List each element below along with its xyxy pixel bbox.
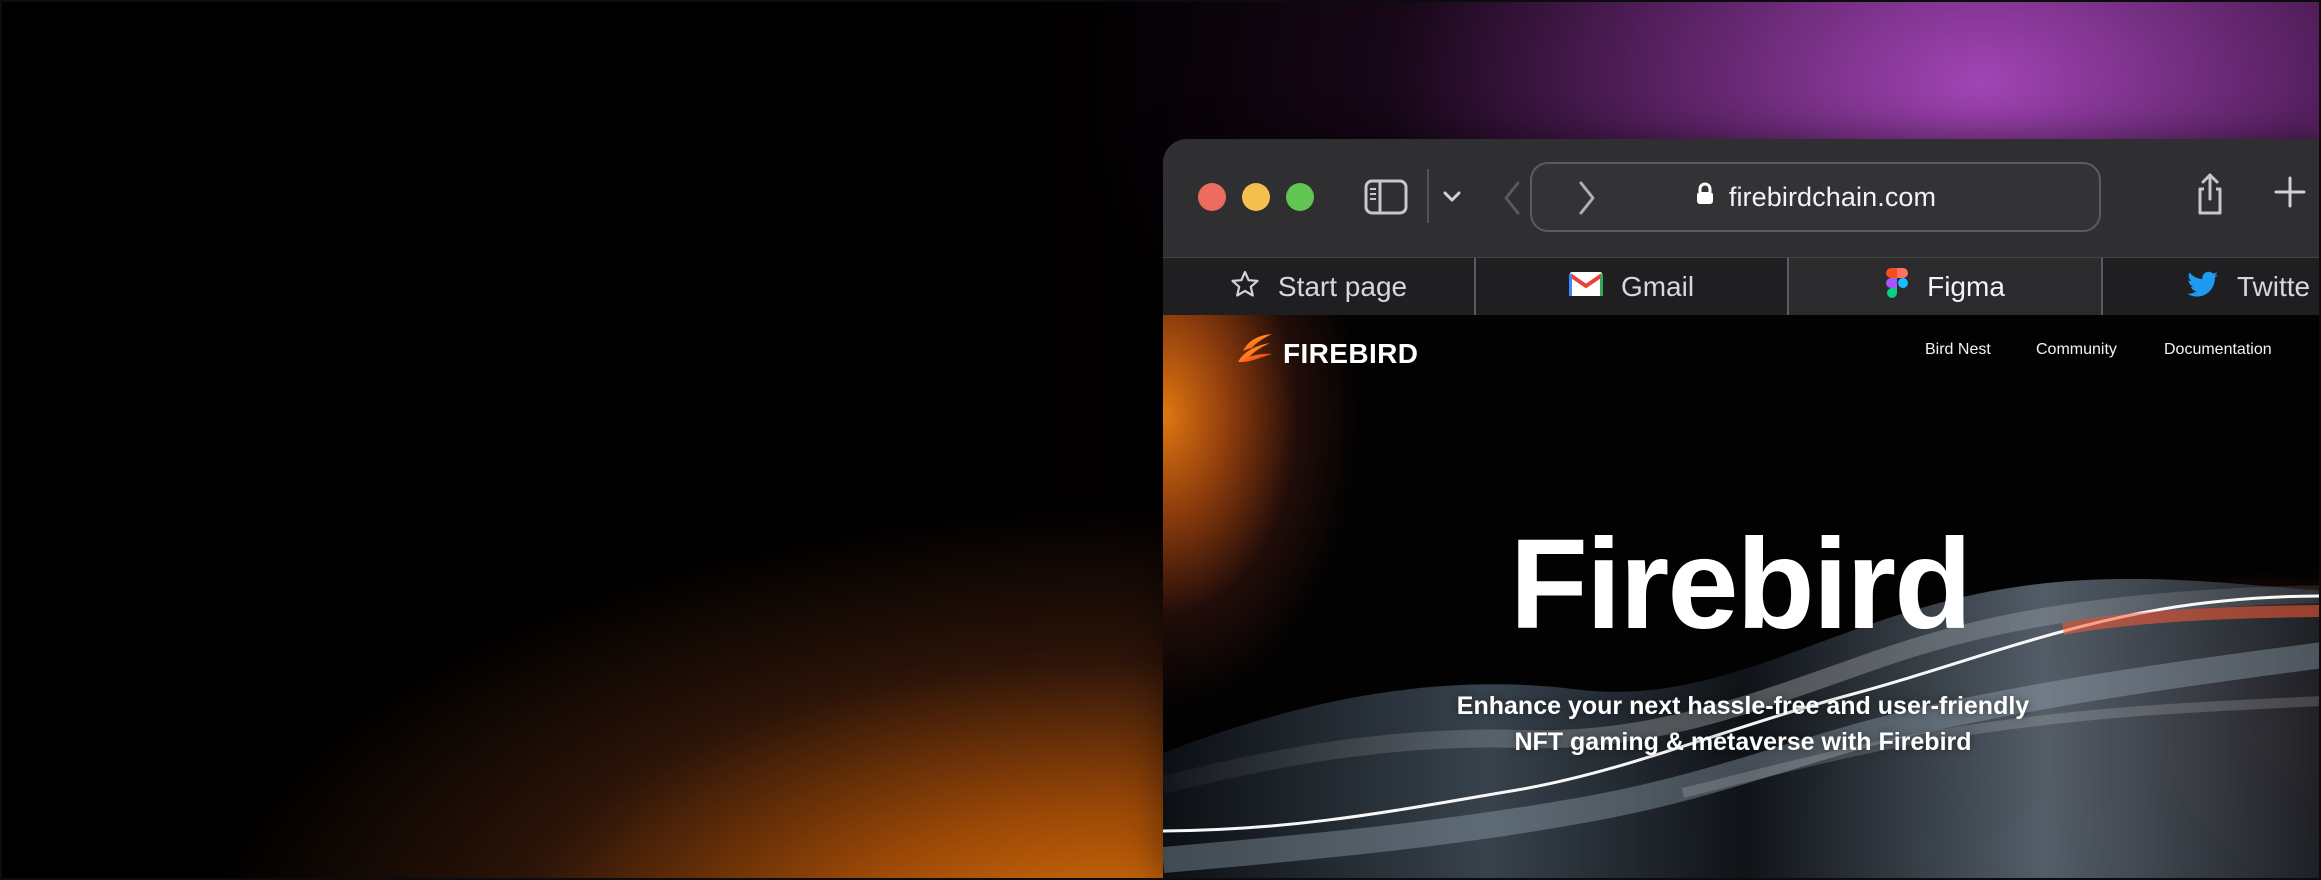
browser-toolbar: firebirdchain.com <box>1163 139 2319 257</box>
tab-label: Gmail <box>1620 271 1695 302</box>
tab-gmail[interactable]: Gmail <box>1476 258 1789 316</box>
web-page: FIREBIRD Bird Nest Community Documentati… <box>1163 315 2319 878</box>
tab-label: Start page <box>1277 271 1408 302</box>
hero-title: Firebird <box>1509 513 1973 656</box>
tab-start-page[interactable]: Start page <box>1163 258 1476 316</box>
tab-label: Figma <box>1927 271 2005 302</box>
tab-twitter[interactable]: Twitte <box>2103 258 2319 316</box>
hero-subtitle: Enhance your next hassle-free and user-f… <box>1441 688 2045 760</box>
twitter-icon <box>2187 270 2219 305</box>
sidebar-icon[interactable] <box>1364 179 1408 215</box>
gmail-icon <box>1567 271 1604 304</box>
chevron-right-icon[interactable] <box>1575 179 1599 217</box>
address-bar[interactable]: firebirdchain.com <box>1530 162 2101 232</box>
chevron-down-icon[interactable] <box>1440 181 1464 213</box>
brand-name: FIREBIRD <box>1283 337 1419 369</box>
tab-figma[interactable]: Figma <box>1789 258 2103 316</box>
browser-window: firebirdchain.com Start page Gmail Figma… <box>1163 139 2319 878</box>
figma-icon <box>1885 267 1909 308</box>
minimize-window-button[interactable] <box>1242 183 1270 211</box>
chevron-left-icon[interactable] <box>1500 179 1524 217</box>
address-text[interactable]: firebirdchain.com <box>1729 182 1936 213</box>
nav-link-bird-nest[interactable]: Bird Nest <box>1925 341 1991 359</box>
nav-link-community[interactable]: Community <box>2036 341 2117 359</box>
share-icon[interactable] <box>2195 169 2225 219</box>
hero-subtitle-line-2: NFT gaming & metaverse with Firebird <box>1514 728 1972 756</box>
desktop-background: firebirdchain.com Start page Gmail Figma… <box>0 0 2321 880</box>
hero-subtitle-line-1: Enhance your next hassle-free and user-f… <box>1456 692 2030 720</box>
close-window-button[interactable] <box>1198 183 1226 211</box>
tab-label: Twitte <box>2237 271 2311 302</box>
plus-icon[interactable] <box>2273 175 2307 209</box>
zoom-window-button[interactable] <box>1286 183 1314 211</box>
tab-bar: Start page Gmail Figma Twitte <box>1163 257 2319 316</box>
nav-link-documentation[interactable]: Documentation <box>2164 341 2272 359</box>
toolbar-divider <box>1427 169 1429 223</box>
flame-icon <box>1235 333 1275 374</box>
star-icon <box>1230 269 1260 306</box>
lock-icon <box>1695 182 1715 213</box>
site-logo[interactable]: FIREBIRD <box>1235 333 1418 374</box>
